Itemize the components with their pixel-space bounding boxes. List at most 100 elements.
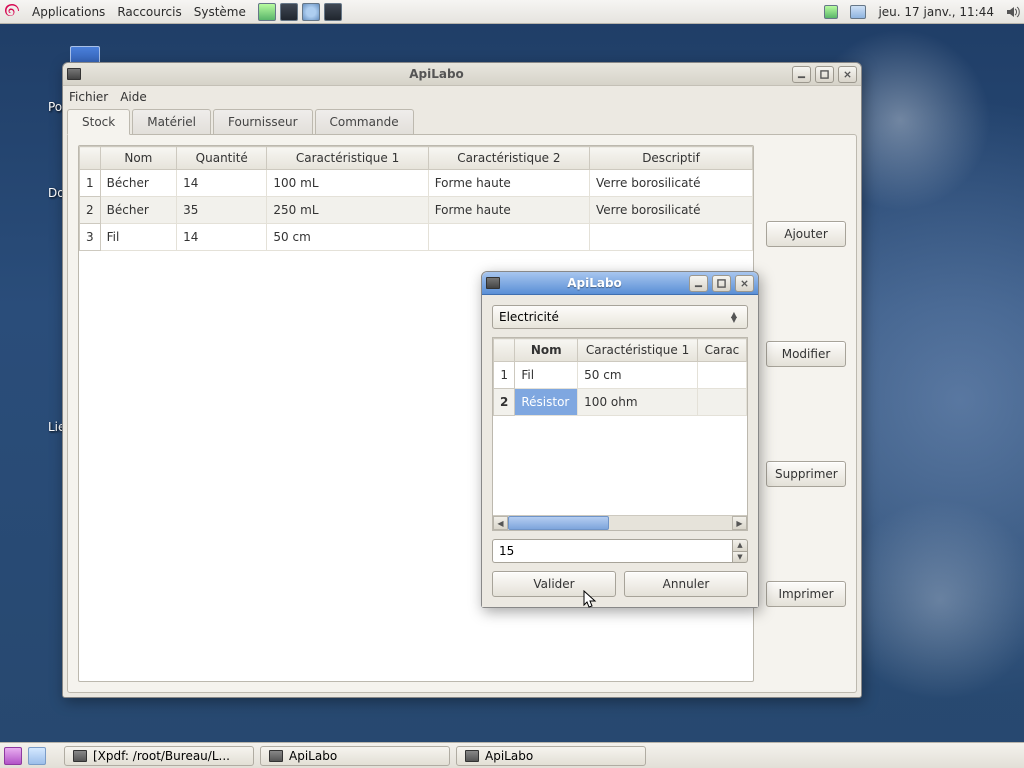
spin-down-button[interactable]: ▼	[732, 552, 748, 564]
top-gnome-panel: Applications Raccourcis Système jeu. 17 …	[0, 0, 1024, 24]
cell-desc[interactable]: Verre borosilicaté	[590, 197, 753, 224]
spin-up-button[interactable]: ▲	[732, 539, 748, 552]
cell-qte[interactable]: 35	[177, 197, 267, 224]
panel-menu-shortcuts[interactable]: Raccourcis	[117, 5, 181, 19]
launcher-icon[interactable]	[302, 3, 320, 21]
launcher-icon[interactable]	[324, 3, 342, 21]
volume-icon[interactable]	[1006, 5, 1020, 19]
menu-file[interactable]: Fichier	[69, 90, 108, 104]
cell-c2[interactable]: Forme haute	[428, 197, 589, 224]
quantity-spinner[interactable]: ▲ ▼	[492, 539, 748, 563]
cell-c1[interactable]: 100 ohm	[578, 389, 698, 416]
maximize-button[interactable]	[712, 275, 731, 292]
category-combobox[interactable]: Electricité ▲▼	[492, 305, 748, 329]
cell-c2[interactable]	[697, 362, 746, 389]
tab-materiel[interactable]: Matériel	[132, 109, 211, 134]
dialog-titlebar[interactable]: ApiLabo	[482, 272, 758, 295]
col-c1[interactable]: Caractéristique 1	[267, 147, 428, 170]
dialog-body: Electricité ▲▼ Nom Caractéristique 1 Car…	[482, 295, 758, 607]
tab-stock[interactable]: Stock	[67, 109, 130, 135]
table-row[interactable]: 1 Bécher 14 100 mL Forme haute Verre bor…	[80, 170, 753, 197]
close-button[interactable]	[838, 66, 857, 83]
taskbar-app-icon	[73, 750, 87, 762]
horizontal-scrollbar[interactable]: ◀ ▶	[493, 515, 747, 530]
print-button[interactable]: Imprimer	[766, 581, 846, 607]
panel-menu-system[interactable]: Système	[194, 5, 246, 19]
panel-menu-applications[interactable]: Applications	[32, 5, 105, 19]
main-window-title: ApiLabo	[85, 67, 788, 81]
cell-qte[interactable]: 14	[177, 224, 267, 251]
col-nom[interactable]: Nom	[515, 339, 578, 362]
taskbar-label: [Xpdf: /root/Bureau/L...	[93, 749, 230, 763]
col-quantite[interactable]: Quantité	[177, 147, 267, 170]
debian-logo-icon	[4, 4, 20, 20]
cell-nom-selected[interactable]: Résistor	[515, 389, 578, 416]
launcher-icon[interactable]	[258, 3, 276, 21]
launcher-icon[interactable]	[280, 3, 298, 21]
cell-c1[interactable]: 50 cm	[578, 362, 698, 389]
cell-c1[interactable]: 100 mL	[267, 170, 428, 197]
cell-nom[interactable]: Fil	[515, 362, 578, 389]
network-icon[interactable]	[850, 5, 866, 19]
window-app-icon	[67, 68, 81, 80]
validate-button[interactable]: Valider	[492, 571, 616, 597]
quantity-input[interactable]	[492, 539, 732, 563]
table-row[interactable]: 2 Résistor 100 ohm	[494, 389, 747, 416]
cell-c1[interactable]: 250 mL	[267, 197, 428, 224]
scroll-track[interactable]	[508, 516, 732, 530]
delete-button[interactable]: Supprimer	[766, 461, 846, 487]
cell-nom[interactable]: Bécher	[100, 170, 176, 197]
add-button[interactable]: Ajouter	[766, 221, 846, 247]
taskbar-app-icon	[465, 750, 479, 762]
table-row[interactable]: 3 Fil 14 50 cm	[80, 224, 753, 251]
scroll-left-button[interactable]: ◀	[493, 516, 508, 530]
taskbar-button[interactable]: ApiLabo	[456, 746, 646, 766]
mouse-cursor-icon	[583, 590, 597, 610]
col-c1[interactable]: Caractéristique 1	[578, 339, 698, 362]
close-button[interactable]	[735, 275, 754, 292]
menu-help[interactable]: Aide	[120, 90, 147, 104]
table-row[interactable]: 1 Fil 50 cm	[494, 362, 747, 389]
table-row[interactable]: 2 Bécher 35 250 mL Forme haute Verre bor…	[80, 197, 753, 224]
panel-clock[interactable]: jeu. 17 janv., 11:44	[878, 5, 994, 19]
dialog-table[interactable]: Nom Caractéristique 1 Carac 1 Fil 50 cm …	[492, 337, 748, 531]
taskbar-button[interactable]: [Xpdf: /root/Bureau/L...	[64, 746, 254, 766]
col-desc[interactable]: Descriptif	[590, 147, 753, 170]
col-c2[interactable]: Carac	[697, 339, 746, 362]
cell-qte[interactable]: 14	[177, 170, 267, 197]
col-index[interactable]	[494, 339, 515, 362]
cell-desc[interactable]: Verre borosilicaté	[590, 170, 753, 197]
tab-strip: Stock Matériel Fournisseur Commande	[63, 108, 861, 134]
window-list-icon[interactable]	[28, 747, 46, 765]
maximize-button[interactable]	[815, 66, 834, 83]
cell-nom[interactable]: Fil	[100, 224, 176, 251]
col-index[interactable]	[80, 147, 101, 170]
tab-fournisseur[interactable]: Fournisseur	[213, 109, 313, 134]
scroll-thumb[interactable]	[508, 516, 609, 530]
cancel-button[interactable]: Annuler	[624, 571, 748, 597]
edit-button[interactable]: Modifier	[766, 341, 846, 367]
side-action-buttons: Ajouter Modifier Supprimer Imprimer	[766, 145, 846, 682]
panel-launchers	[258, 3, 342, 21]
taskbar-label: ApiLabo	[485, 749, 533, 763]
tab-commande[interactable]: Commande	[315, 109, 414, 134]
cell-c2[interactable]	[428, 224, 589, 251]
col-nom[interactable]: Nom	[100, 147, 176, 170]
tray-icon[interactable]	[824, 5, 838, 19]
cell-c1[interactable]: 50 cm	[267, 224, 428, 251]
cell-c2[interactable]: Forme haute	[428, 170, 589, 197]
col-c2[interactable]: Caractéristique 2	[428, 147, 589, 170]
scroll-right-button[interactable]: ▶	[732, 516, 747, 530]
row-idx: 2	[80, 197, 101, 224]
show-desktop-icon[interactable]	[4, 747, 22, 765]
main-menubar: Fichier Aide	[63, 86, 861, 108]
add-dialog: ApiLabo Electricité ▲▼ Nom Caractéristiq…	[481, 271, 759, 608]
minimize-button[interactable]	[689, 275, 708, 292]
cell-nom[interactable]: Bécher	[100, 197, 176, 224]
cell-desc[interactable]	[590, 224, 753, 251]
minimize-button[interactable]	[792, 66, 811, 83]
main-window-titlebar[interactable]: ApiLabo	[63, 63, 861, 86]
row-idx: 1	[80, 170, 101, 197]
cell-c2[interactable]	[697, 389, 746, 416]
taskbar-button[interactable]: ApiLabo	[260, 746, 450, 766]
